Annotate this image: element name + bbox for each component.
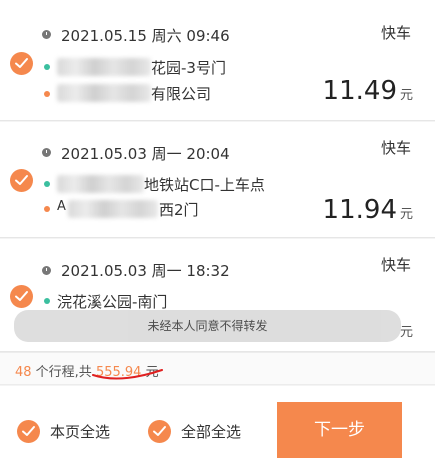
summary-middle: 个行程,共 xyxy=(31,365,96,380)
check-icon xyxy=(15,58,28,68)
trip-summary: 48 个行程,共 555.94 元 xyxy=(0,352,435,385)
select-all-checkbox[interactable] xyxy=(148,419,171,443)
trip-end-address: 西2门 xyxy=(159,201,199,219)
clock-icon xyxy=(42,30,51,39)
end-dot-icon xyxy=(44,91,50,97)
trip-list: 2021.05.15 周六 09:46 快车 花园-3号门 有限公司 11.49… xyxy=(0,0,435,352)
blurred-end-address xyxy=(68,200,158,218)
toast-message: 未经本人同意不得转发 xyxy=(14,310,401,342)
start-dot-icon xyxy=(44,298,50,304)
select-page-toggle[interactable]: 本页全选 xyxy=(17,419,110,443)
trip-checkbox[interactable] xyxy=(10,169,33,192)
trip-datetime: 2021.05.15 周六 09:46 xyxy=(61,27,230,45)
trip-card[interactable]: 2021.05.15 周六 09:46 快车 花园-3号门 有限公司 11.49… xyxy=(0,0,435,121)
trip-count: 48 xyxy=(15,365,32,380)
start-dot-icon xyxy=(44,64,50,70)
trip-datetime: 2021.05.03 周一 20:04 xyxy=(61,145,230,163)
clock-icon xyxy=(42,266,51,275)
blurred-start-address xyxy=(57,58,151,76)
trip-price-unit: 元 xyxy=(399,88,413,103)
end-dot-icon xyxy=(44,206,50,212)
select-page-label: 本页全选 xyxy=(50,422,111,441)
trip-start-address: 地铁站C口-上车点 xyxy=(144,176,265,194)
trip-card[interactable]: 2021.05.03 周一 20:04 快车 地铁站C口-上车点 A 西2门 1… xyxy=(0,122,435,238)
trip-price: 11.49 元 xyxy=(323,76,413,106)
trip-datetime: 2021.05.03 周一 18:32 xyxy=(61,262,230,280)
select-page-checkbox[interactable] xyxy=(17,419,40,443)
blurred-end-address xyxy=(57,84,151,102)
start-dot-icon xyxy=(44,181,50,187)
trip-end-prefix: A xyxy=(57,199,66,214)
trip-type: 快车 xyxy=(380,256,411,274)
trip-start-address: 花园-3号门 xyxy=(151,59,226,77)
next-step-button[interactable]: 下一步 xyxy=(277,402,402,458)
trip-checkbox[interactable] xyxy=(10,52,33,75)
trip-type: 快车 xyxy=(380,139,411,157)
trip-price: 11.94 元 xyxy=(323,195,413,225)
trip-end-address: 有限公司 xyxy=(151,85,212,103)
bottom-bar: 本页全选 全部全选 下一步 xyxy=(0,386,435,466)
blurred-start-address xyxy=(57,175,144,193)
clock-icon xyxy=(42,148,51,157)
trip-price-unit: 元 xyxy=(399,325,413,340)
check-icon xyxy=(153,425,166,436)
trip-price-value: 11.49 xyxy=(322,76,397,106)
trip-type: 快车 xyxy=(380,24,411,42)
annotation-underline xyxy=(92,369,163,380)
trip-price-value: 11.94 xyxy=(322,195,397,225)
trip-price-unit: 元 xyxy=(399,207,413,222)
check-icon xyxy=(15,175,28,185)
trip-checkbox[interactable] xyxy=(10,285,33,308)
select-all-toggle[interactable]: 全部全选 xyxy=(148,419,241,443)
select-all-label: 全部全选 xyxy=(181,422,242,441)
check-icon xyxy=(22,425,35,436)
trip-start-address: 浣花溪公园-南门 xyxy=(57,293,168,311)
check-icon xyxy=(15,291,28,301)
